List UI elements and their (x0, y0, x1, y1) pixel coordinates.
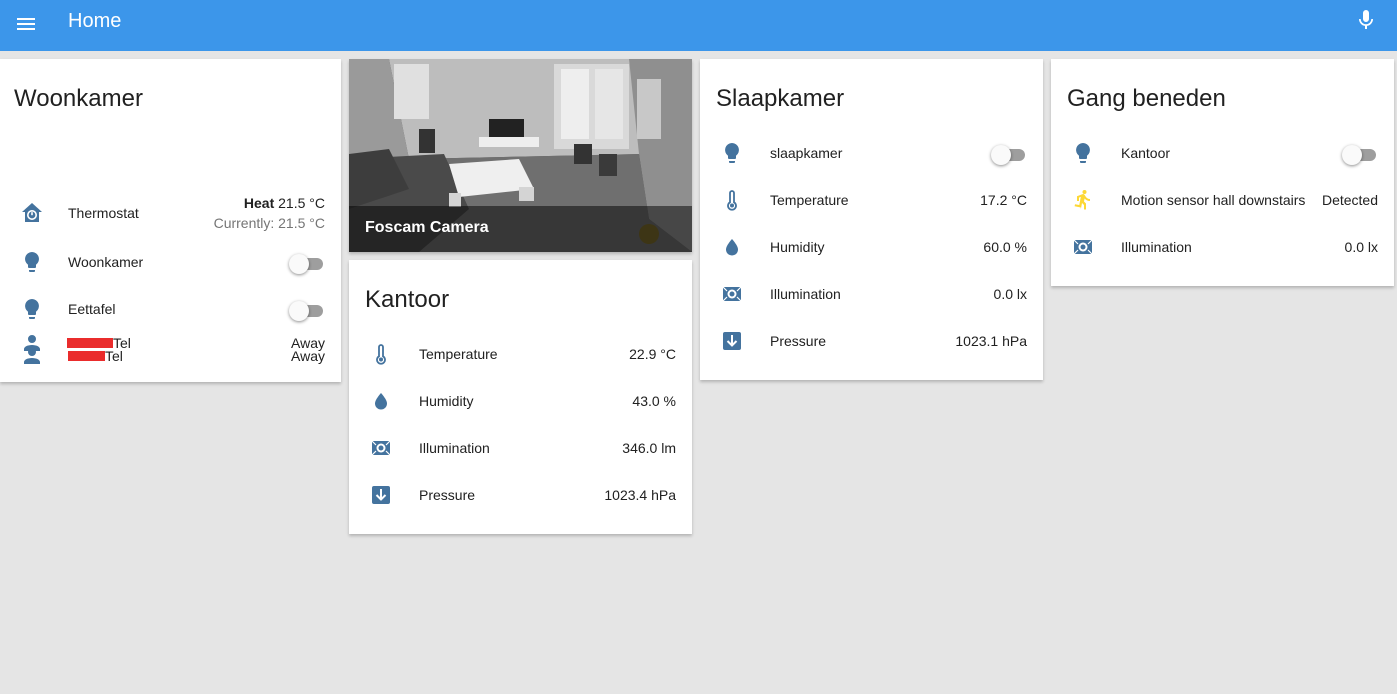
entity-name: Thermostat (68, 205, 139, 221)
card-title: Gang beneden (1067, 85, 1226, 112)
illumination-icon (722, 286, 742, 302)
entity-state: 0.0 lx (1344, 239, 1378, 255)
entity-name: slaapkamer (770, 145, 843, 161)
entity-row-motion[interactable]: Motion sensor hall downstairs Detected (1051, 180, 1394, 220)
water-drop-icon (726, 239, 738, 256)
entity-row-pressure[interactable]: Pressure 1023.1 hPa (700, 321, 1043, 361)
entity-row-temperature[interactable]: Temperature 22.9 °C (349, 334, 692, 374)
toggle-switch[interactable] (991, 143, 1027, 165)
thermometer-icon (376, 344, 386, 365)
thermometer-icon (727, 190, 737, 211)
microphone-icon[interactable] (1354, 8, 1378, 32)
entity-row-light-woonkamer[interactable]: Woonkamer (0, 242, 341, 282)
walking-person-icon (1074, 190, 1090, 210)
entity-state: 43.0 % (632, 393, 676, 409)
page-title: Home (68, 10, 122, 32)
entity-row-temperature[interactable]: Temperature 17.2 °C (700, 180, 1043, 220)
entity-name: Temperature (770, 192, 849, 208)
arrow-down-box-icon (723, 332, 741, 350)
thermostat-target: 21.5 °C (278, 195, 325, 211)
entity-name: Tel (113, 335, 131, 351)
entity-name: Temperature (419, 346, 498, 362)
illumination-icon (1073, 239, 1093, 255)
illumination-icon (371, 440, 391, 456)
entity-state: Away (291, 335, 325, 351)
card-gang-beneden: Gang beneden Kantoor Motion sensor hall … (1051, 59, 1394, 286)
lightbulb-icon (25, 252, 39, 272)
menu-icon[interactable] (14, 12, 38, 36)
entity-row-light-kantoor[interactable]: Kantoor (1051, 133, 1394, 173)
entity-name: Motion sensor hall downstairs (1121, 192, 1306, 208)
card-title: Kantoor (365, 286, 450, 313)
thermostat-mode: Heat (243, 195, 275, 211)
entity-name: Kantoor (1121, 145, 1171, 161)
card-kantoor: Kantoor Temperature 22.9 °C Humidity 43.… (349, 260, 692, 534)
entity-row-illumination[interactable]: Illumination 0.0 lx (1051, 227, 1394, 267)
lightbulb-icon (25, 299, 39, 319)
toggle-switch[interactable] (1342, 143, 1378, 165)
entity-name: Woonkamer (68, 254, 144, 270)
card-slaapkamer: Slaapkamer slaapkamer Temperature 17.2 °… (700, 59, 1043, 380)
toggle-switch[interactable] (289, 299, 325, 321)
lightbulb-icon (725, 143, 739, 163)
entity-name: Humidity (770, 239, 825, 255)
entity-row-light-slaapkamer[interactable]: slaapkamer (700, 133, 1043, 173)
camera-card[interactable]: Foscam Camera (349, 59, 692, 252)
home-thermostat-icon (22, 203, 42, 222)
entity-row-illumination[interactable]: Illumination 346.0 lm (349, 428, 692, 468)
entity-state: 60.0 % (983, 239, 1027, 255)
thermostat-state: Heat 21.5 °C Currently: 21.5 °C (214, 193, 325, 233)
toggle-switch[interactable] (289, 252, 325, 274)
entity-state: 346.0 lm (622, 440, 676, 456)
entity-name: Pressure (419, 487, 476, 503)
arrow-down-box-icon (372, 486, 390, 504)
entity-row-person-2[interactable] (0, 363, 341, 403)
entity-state: 17.2 °C (980, 192, 1027, 208)
entity-row-thermostat[interactable]: Thermostat Heat 21.5 °C Currently: 21.5 … (0, 193, 341, 233)
lightbulb-icon (1076, 143, 1090, 163)
entity-row-pressure[interactable]: Pressure 1023.4 hPa (349, 475, 692, 515)
app-toolbar: Home (0, 0, 1397, 51)
entity-state: Detected (1321, 192, 1378, 208)
entity-name: Illumination (1121, 239, 1192, 255)
redaction-mark (67, 338, 113, 348)
entity-name: Pressure (770, 333, 827, 349)
card-title: Woonkamer (14, 85, 143, 112)
thermostat-current: Currently: 21.5 °C (213, 215, 325, 231)
entity-name: Eettafel (68, 301, 116, 317)
entity-name: Humidity (419, 393, 474, 409)
entity-row-illumination[interactable]: Illumination 0.0 lx (700, 274, 1043, 314)
camera-label: Foscam Camera (365, 219, 489, 236)
entity-row-person-2[interactable]: Tel Away (0, 323, 341, 363)
entity-state: 22.9 °C (629, 346, 676, 362)
account-icon (24, 335, 40, 351)
water-drop-icon (375, 393, 387, 410)
entity-state: 1023.4 hPa (604, 487, 676, 503)
entity-state: 0.0 lx (993, 286, 1027, 302)
entity-state: 1023.1 hPa (955, 333, 1027, 349)
entity-name: Illumination (770, 286, 841, 302)
card-title: Slaapkamer (716, 85, 845, 112)
entity-row-humidity[interactable]: Humidity 43.0 % (349, 381, 692, 421)
entity-name: Illumination (419, 440, 490, 456)
entity-row-humidity[interactable]: Humidity 60.0 % (700, 227, 1043, 267)
